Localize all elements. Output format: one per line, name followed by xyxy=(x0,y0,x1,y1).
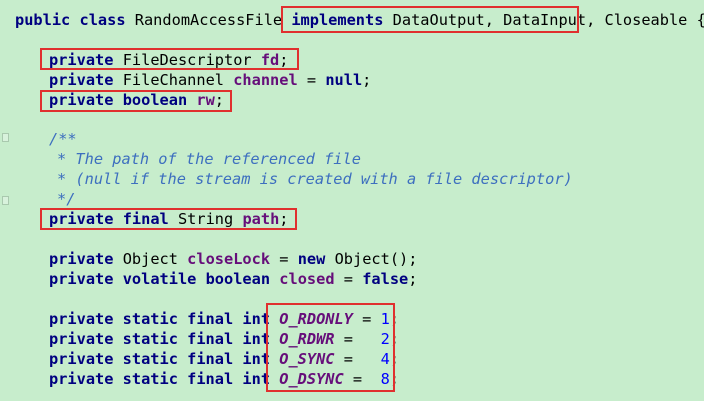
keyword: final xyxy=(122,210,169,228)
comment-line: */ xyxy=(57,190,76,208)
field-channel-line: private FileChannel channel = null; xyxy=(49,70,371,90)
comment-line: * (null if the stream is created with a … xyxy=(57,170,573,188)
keyword: private xyxy=(49,51,114,69)
punctuation: ; xyxy=(389,370,399,388)
keyword: private xyxy=(49,210,114,228)
keyword: public xyxy=(15,11,71,29)
class-declaration-line: public class RandomAccessFile implements… xyxy=(15,10,704,30)
constant-line: private static final int O_DSYNC = 8; xyxy=(49,369,399,389)
punctuation: ; xyxy=(362,71,372,89)
punctuation: ; xyxy=(389,330,400,348)
keyword: new xyxy=(297,250,326,268)
constant-name: O_DSYNC xyxy=(279,370,344,388)
fold-marker-icon[interactable] xyxy=(2,133,9,142)
constant-line: private static final int O_RDWR = 2; xyxy=(49,329,399,349)
operator: = xyxy=(352,310,381,328)
punctuation: ; xyxy=(408,270,418,288)
field-fd-line: private FileDescriptor fd; xyxy=(49,50,288,70)
type-name: String xyxy=(177,210,234,228)
keyword: null xyxy=(325,71,363,89)
keyword: implements xyxy=(291,11,384,29)
keyword: class xyxy=(79,11,126,29)
editor-gutter xyxy=(0,0,10,401)
field-path-line: private final String path; xyxy=(49,209,289,229)
number-literal: 2 xyxy=(380,330,390,348)
keyword: private xyxy=(49,71,114,89)
class-name: RandomAccessFile xyxy=(134,11,283,29)
field-name: closed xyxy=(279,270,335,288)
keyword: private xyxy=(49,270,114,288)
keyword: private xyxy=(49,250,114,268)
comment-line: * The path of the referenced file xyxy=(57,150,361,168)
field-name: closeLock xyxy=(187,250,271,268)
constant-name: O_SYNC xyxy=(279,350,335,368)
operator: = xyxy=(343,370,381,388)
type-name: Object xyxy=(122,250,178,268)
code-editor[interactable]: public class RandomAccessFile implements… xyxy=(0,0,704,401)
field-name: rw xyxy=(196,91,215,109)
keyword: boolean xyxy=(205,270,271,288)
editor-bottom-edge xyxy=(0,396,704,401)
punctuation: ; xyxy=(389,350,400,368)
comment-line: /** xyxy=(49,130,77,148)
number-literal: 4 xyxy=(380,350,390,368)
constant-line: private static final int O_SYNC = 4; xyxy=(49,349,399,369)
operator: = xyxy=(297,71,326,89)
keyword: false xyxy=(362,270,409,288)
constant-line: private static final int O_RDONLY = 1; xyxy=(49,309,399,329)
punctuation: ; xyxy=(279,210,289,228)
punctuation: ; xyxy=(214,91,225,109)
constructor-call: Object(); xyxy=(334,250,418,268)
field-rw-line: private boolean rw; xyxy=(49,90,224,110)
fold-marker-icon[interactable] xyxy=(2,196,9,205)
field-name: path xyxy=(242,210,280,228)
keyword: volatile xyxy=(122,270,197,288)
interface-closeable: Closeable { xyxy=(604,11,704,29)
keyword: private xyxy=(49,91,114,109)
field-name: fd xyxy=(260,51,280,69)
constant-name: O_RDWR xyxy=(279,330,335,348)
field-closed-line: private volatile boolean closed = false; xyxy=(49,269,417,289)
operator: = xyxy=(270,250,298,268)
modifiers: private static final int xyxy=(49,310,271,328)
punctuation: ; xyxy=(389,310,400,328)
modifiers: private static final int xyxy=(49,330,271,348)
punctuation: ; xyxy=(279,51,289,69)
modifiers: private static final int xyxy=(49,370,271,388)
keyword: boolean xyxy=(122,91,188,109)
interface-list: DataOutput, DataInput, xyxy=(392,11,596,29)
operator: = xyxy=(334,350,381,368)
field-closelock-line: private Object closeLock = new Object(); xyxy=(49,249,417,269)
number-literal: 1 xyxy=(380,310,390,328)
operator: = xyxy=(334,270,363,288)
modifiers: private static final int xyxy=(49,350,271,368)
constant-name: O_RDONLY xyxy=(279,310,353,328)
type-name: FileDescriptor xyxy=(122,51,252,69)
operator: = xyxy=(334,330,381,348)
field-name: channel xyxy=(233,71,298,89)
type-name: FileChannel xyxy=(122,71,224,89)
number-literal: 8 xyxy=(380,370,390,388)
